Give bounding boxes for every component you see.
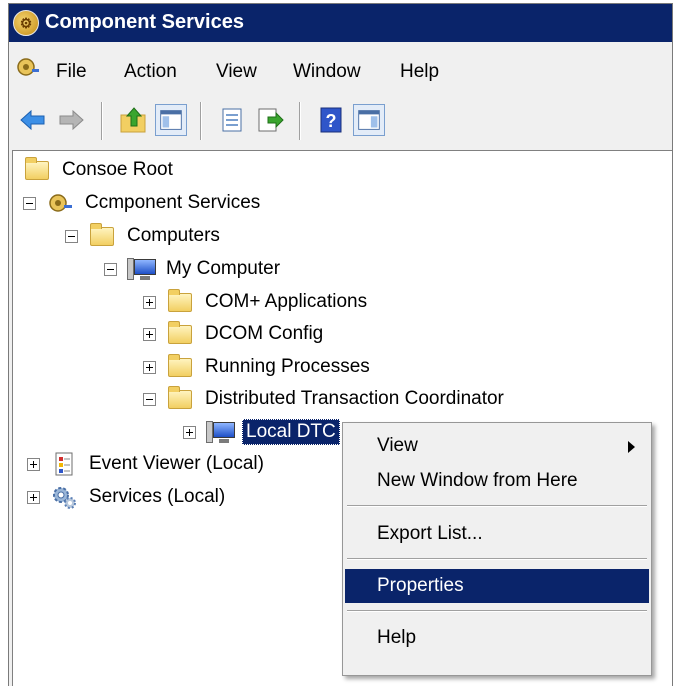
toolbar: ?	[9, 96, 672, 148]
folder-icon	[23, 157, 51, 183]
menu-view[interactable]: View	[216, 61, 257, 83]
tree-node-distributed-transaction-coordinator[interactable]: Distributed Transaction Coordinator	[143, 384, 507, 414]
node-label: Computers	[127, 225, 220, 246]
node-label: My Computer	[166, 258, 281, 279]
folder-icon	[166, 321, 194, 347]
system-menu-icon[interactable]	[15, 54, 41, 80]
expand-icon[interactable]	[143, 327, 156, 341]
toolbar-separator	[299, 102, 301, 140]
menu-item-label: Properties	[377, 575, 464, 596]
context-menu-properties[interactable]: Properties	[345, 569, 649, 603]
node-label: Distributed Transaction Coordinator	[205, 388, 504, 409]
collapse-icon[interactable]	[104, 262, 117, 276]
computer-icon	[127, 256, 156, 282]
forward-icon[interactable]	[55, 104, 87, 136]
event-viewer-icon	[55, 452, 73, 476]
menu-item-label: Help	[377, 627, 417, 648]
expand-icon[interactable]	[27, 490, 40, 504]
menu-item-label: View	[377, 435, 418, 456]
show-hide-console-tree-icon[interactable]	[155, 104, 187, 136]
node-label-selected: Local DTC	[242, 419, 340, 445]
back-icon[interactable]	[17, 104, 49, 136]
menu-file[interactable]: File	[56, 61, 87, 83]
tree-node-services[interactable]: Services (Local)	[27, 482, 228, 512]
tree-node-running-processes[interactable]: Running Processes	[143, 352, 373, 382]
menu-separator	[347, 558, 647, 560]
show-hide-action-pane-icon[interactable]	[353, 104, 385, 136]
up-one-level-icon[interactable]	[117, 104, 149, 136]
folder-icon	[88, 223, 116, 249]
folder-icon	[166, 386, 194, 412]
context-menu-new-window-from-here[interactable]: New Window from Here	[345, 464, 649, 498]
node-label: COM+ Applications	[205, 291, 368, 312]
node-label: DCOM Config	[205, 323, 324, 344]
tree-node-my-computer[interactable]: My Computer	[104, 254, 283, 284]
expand-icon[interactable]	[27, 457, 40, 471]
menu-item-label: New Window from Here	[377, 470, 578, 491]
export-list-icon[interactable]	[254, 104, 286, 136]
expand-icon[interactable]	[143, 295, 156, 309]
toolbar-separator	[101, 102, 103, 140]
expand-icon[interactable]	[183, 425, 196, 439]
menu-help[interactable]: Help	[400, 61, 439, 83]
menu-action[interactable]: Action	[124, 61, 177, 83]
computer-icon	[206, 419, 235, 445]
collapse-icon[interactable]	[23, 196, 36, 210]
collapse-icon[interactable]	[143, 392, 156, 406]
node-label: Ccmponent Services	[85, 192, 261, 213]
component-services-icon	[49, 194, 72, 212]
title-bar[interactable]: ⚙ Component Services	[9, 4, 672, 42]
tree-node-local-dtc[interactable]: Local DTC	[183, 417, 340, 447]
node-label: Running Processes	[205, 356, 370, 377]
svg-text:?: ?	[326, 111, 337, 131]
component-services-icon: ⚙	[13, 10, 39, 36]
toolbar-separator	[200, 102, 202, 140]
tree-node-com-applications[interactable]: COM+ Applications	[143, 287, 370, 317]
tree-node-dcom-config[interactable]: DCOM Config	[143, 319, 326, 349]
tree-node-component-services[interactable]: Ccmponent Services	[23, 188, 263, 218]
menu-separator	[347, 505, 647, 507]
properties-icon[interactable]	[216, 104, 248, 136]
folder-icon	[166, 354, 194, 380]
folder-icon	[166, 289, 194, 315]
node-label: Consoe Root	[62, 159, 173, 180]
node-label: Services (Local)	[89, 486, 226, 507]
services-gear-icon	[53, 487, 76, 509]
menu-separator	[347, 610, 647, 612]
window-title: Component Services	[45, 11, 244, 33]
menu-bar: File Action View Window Help	[9, 48, 672, 92]
tree-node-computers[interactable]: Computers	[65, 221, 223, 251]
node-label: Event Viewer (Local)	[89, 453, 264, 474]
collapse-icon[interactable]	[65, 229, 78, 243]
context-menu-help[interactable]: Help	[345, 621, 649, 655]
help-icon[interactable]: ?	[315, 104, 347, 136]
menu-window[interactable]: Window	[293, 61, 361, 83]
tree-node-event-viewer[interactable]: Event Viewer (Local)	[27, 449, 267, 479]
submenu-arrow-icon	[628, 441, 635, 453]
context-menu-export-list[interactable]: Export List...	[345, 517, 649, 551]
menu-item-label: Export List...	[377, 523, 483, 544]
tree-node-console-root[interactable]: Consoe Root	[23, 155, 176, 185]
expand-icon[interactable]	[143, 360, 156, 374]
context-menu-view[interactable]: View	[345, 429, 649, 463]
context-menu: View New Window from Here Export List...…	[342, 422, 652, 676]
